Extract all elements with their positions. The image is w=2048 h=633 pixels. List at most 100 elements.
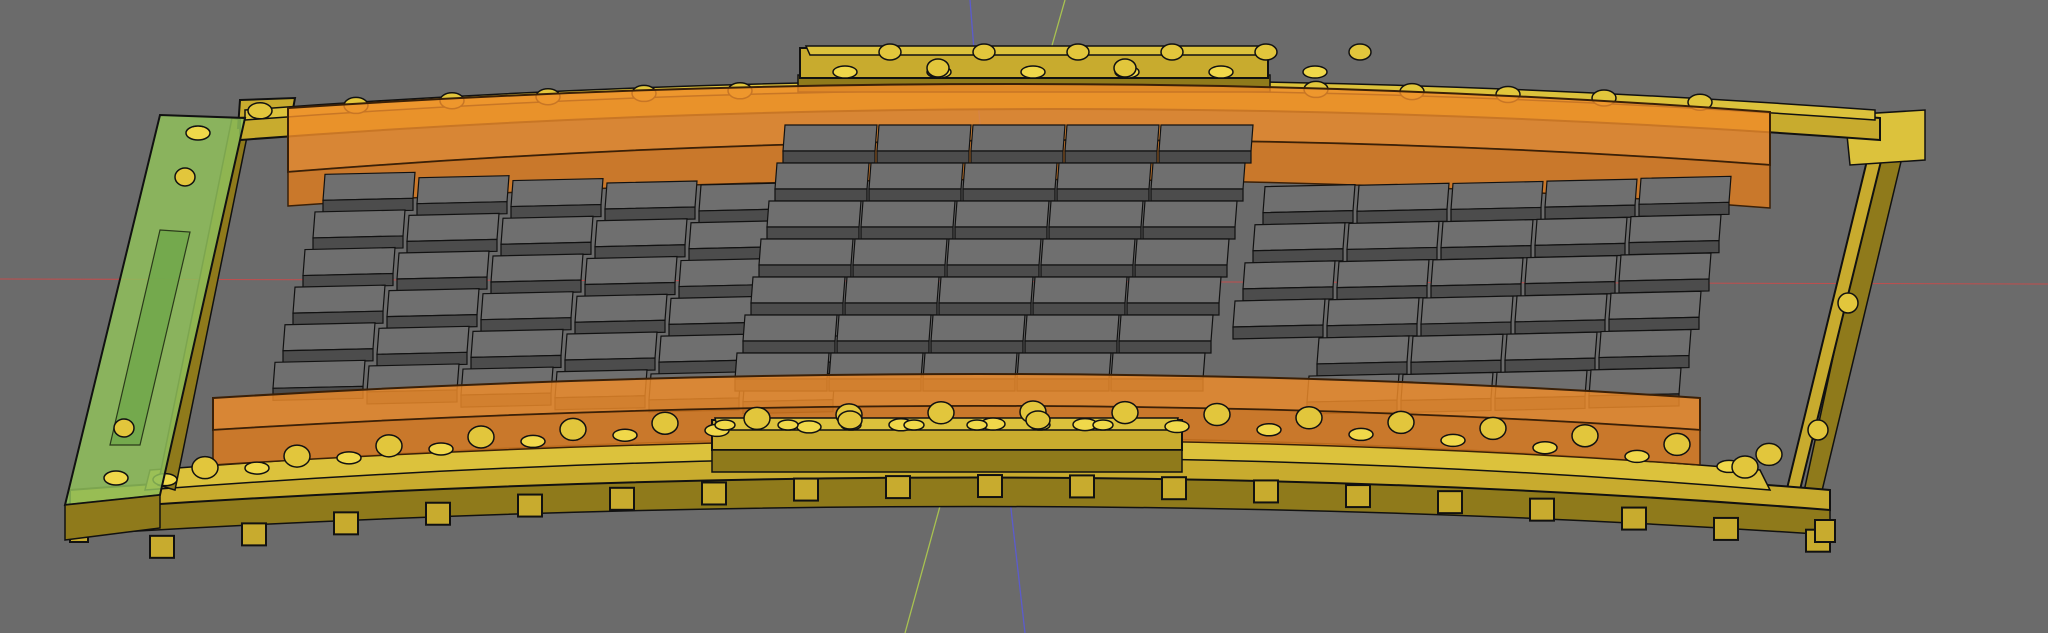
brick [954,200,1050,240]
brick [1628,214,1722,256]
brick [1430,257,1524,299]
brick [1232,298,1326,340]
brick [860,200,956,240]
top-stud [247,102,273,120]
clamp-stud [926,58,950,78]
brick [774,162,870,202]
bottom-hole [1440,433,1466,448]
brick [564,331,658,373]
brick [594,218,688,260]
frame-tab [1713,516,1739,541]
bottom-stud [1387,410,1415,435]
frame-tab [1814,519,1836,543]
brick [876,124,972,164]
brick [1336,258,1430,301]
brick [386,288,480,330]
brick [1262,184,1356,226]
bottom-hole [1532,440,1558,455]
bottom-stud [283,444,311,468]
frame-tab [1621,506,1647,531]
brick [868,162,964,202]
clamp-stud [972,43,996,61]
clamp-stud [1348,43,1372,61]
brick [1040,238,1136,278]
clamp-hole [903,419,925,431]
bottom-stud [927,401,955,425]
brick [750,276,846,316]
brick [758,238,854,278]
brick [1544,178,1638,220]
brick [946,238,1042,278]
bottom-stud [1663,432,1691,457]
brick [302,246,396,289]
frame-tab [793,477,819,502]
brick [376,325,470,367]
3d-viewport[interactable] [0,0,2048,633]
clamp-stud [1066,43,1090,61]
frame-tab [609,486,635,511]
bottom-hole [612,428,638,442]
brick [1158,124,1254,164]
brick [1316,335,1410,377]
bottom-hole [1256,423,1282,437]
brick [1618,252,1712,294]
frame-tab [149,534,175,559]
bottom-stud [1203,402,1231,427]
brick [1346,220,1440,263]
clamp-hole [966,419,988,431]
brick [1420,295,1514,337]
clamp-stud [1160,43,1184,61]
brick [490,253,584,295]
brick [1150,162,1246,202]
brick [1450,180,1544,223]
frame-right-side[interactable] [1781,109,1926,522]
brick [1056,162,1152,202]
brick [1024,314,1120,354]
bottom-hole [1348,427,1374,442]
frame-tab [1161,476,1187,501]
brick [1252,222,1346,264]
brick [470,328,564,371]
frame-tab [977,474,1003,499]
bottom-hole [1164,419,1190,434]
brick [852,238,948,278]
bottom-stud [651,411,679,435]
brick [406,212,500,254]
bottom-stud [1755,442,1783,467]
brick [480,291,574,333]
bottom-hole [428,442,454,456]
bottom-hole [520,434,546,449]
brick [742,314,838,354]
frame-tab [701,481,727,506]
brick [1598,328,1692,371]
frame-tab [517,493,543,518]
brick [1608,290,1702,332]
clamp-hole [714,419,736,431]
clamp-hole [1092,419,1114,431]
brick [1142,200,1238,240]
brick [1134,238,1230,278]
bottom-stud [1479,416,1507,441]
clamp-hole [1020,65,1046,79]
brick [1118,314,1214,354]
brick [574,293,668,335]
brick [396,250,490,292]
brick [836,314,932,354]
bottom-hole [336,451,362,465]
brick [1242,260,1336,302]
bottom-hole [1624,449,1650,464]
brick [1326,297,1420,339]
frame-tab [1437,490,1463,515]
scene-canvas[interactable] [0,0,2048,633]
frame-tab [1529,497,1555,522]
brick [1048,200,1144,240]
brick [312,209,406,251]
brick [1524,255,1618,297]
brick [782,124,878,164]
clamp-stud [1025,410,1051,430]
brick [766,200,862,240]
side-stud [1837,292,1859,314]
brick [584,255,678,298]
bottom-stud [375,434,403,458]
bottom-hole [244,461,270,475]
